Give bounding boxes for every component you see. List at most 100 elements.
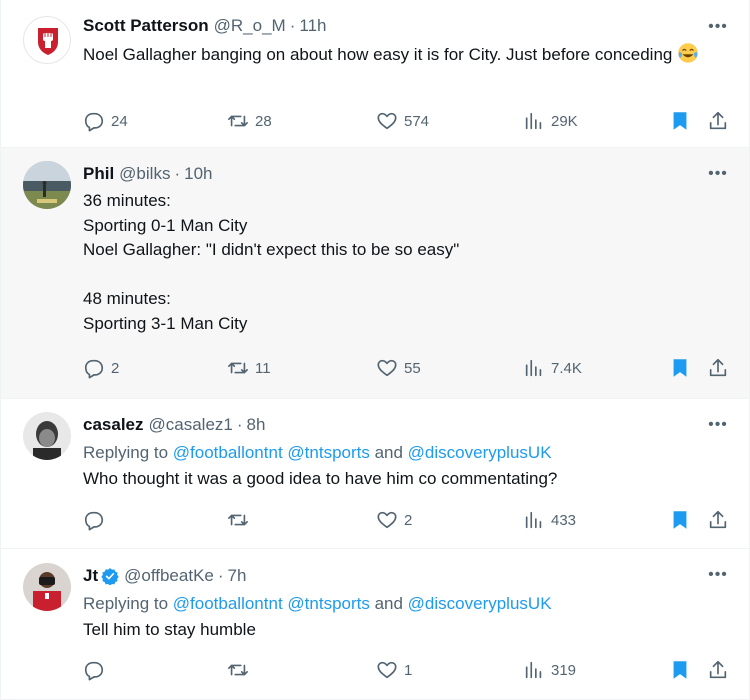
- replying-to-label: Replying to: [83, 443, 173, 462]
- retweet-icon: [228, 664, 248, 676]
- timestamp[interactable]: 11h: [299, 16, 326, 36]
- retweet-button[interactable]: [227, 658, 255, 682]
- tweet[interactable]: ••• Jt @offbeatKe · 7h Replying to @foot…: [0, 549, 750, 700]
- tweet-header: Phil @bilks · 10h: [83, 163, 729, 185]
- views-button[interactable]: 433: [523, 508, 576, 532]
- bookmark-button[interactable]: [669, 508, 691, 532]
- reply-icon: [84, 511, 104, 531]
- reply-button[interactable]: [83, 508, 111, 532]
- timeline: ••• Scott Patterson @R_o_M · 11h Noel Ga…: [0, 0, 750, 700]
- mention-link[interactable]: @footballontnt: [173, 594, 283, 613]
- replying-to: Replying to @footballontnt @tntsports an…: [83, 441, 729, 465]
- display-name[interactable]: Scott Patterson: [83, 16, 209, 36]
- reply-button[interactable]: 24: [83, 109, 128, 133]
- heart-icon: [377, 511, 397, 529]
- tweet-text: Noel Gallagher banging on about how easy…: [83, 42, 729, 68]
- bookmark-filled-icon: [673, 359, 687, 377]
- share-button[interactable]: [707, 356, 729, 380]
- bookmark-filled-icon: [673, 112, 687, 130]
- replying-to-and: and: [369, 594, 408, 613]
- tweet[interactable]: ••• casalez @casalez1 · 8h Replying to @…: [0, 399, 750, 549]
- verified-badge-icon: [101, 567, 119, 585]
- retweet-button[interactable]: 28: [227, 109, 272, 133]
- share-icon: [709, 660, 727, 679]
- user-handle[interactable]: @offbeatKe: [124, 566, 214, 586]
- retweet-icon: [228, 362, 248, 374]
- like-count: 2: [404, 511, 413, 529]
- reply-count: 24: [111, 112, 128, 130]
- user-handle[interactable]: @casalez1: [149, 415, 233, 435]
- person-photo-avatar: [23, 563, 71, 611]
- timestamp[interactable]: 7h: [228, 566, 247, 586]
- avatar[interactable]: [23, 161, 71, 209]
- like-count: 574: [404, 112, 430, 130]
- mention-link[interactable]: @tntsports: [287, 594, 369, 613]
- like-count: 1: [404, 661, 413, 679]
- tweet-text: Who thought it was a good idea to have h…: [83, 469, 558, 488]
- display-name[interactable]: casalez: [83, 415, 144, 435]
- avatar[interactable]: [23, 412, 71, 460]
- share-button[interactable]: [707, 109, 729, 133]
- fist-shield-logo-icon: [38, 28, 58, 55]
- view-count: 319: [551, 661, 577, 679]
- avatar[interactable]: [23, 563, 71, 611]
- share-icon: [709, 111, 727, 130]
- replying-to-label: Replying to: [83, 594, 173, 613]
- views-button[interactable]: 7.4K: [523, 356, 582, 380]
- heart-icon: [377, 359, 397, 377]
- retweet-icon: [228, 115, 248, 127]
- share-button[interactable]: [707, 508, 729, 532]
- person-photo-avatar: [23, 412, 71, 460]
- heart-icon: [377, 112, 397, 130]
- timestamp[interactable]: 8h: [247, 415, 266, 435]
- tweet-header: casalez @casalez1 · 8h: [83, 414, 729, 436]
- views-button[interactable]: 29K: [523, 109, 578, 133]
- bookmark-button[interactable]: [669, 658, 691, 682]
- stadium-photo-avatar: [23, 161, 71, 209]
- face-with-tears-of-joy-icon: [678, 43, 698, 63]
- tweet[interactable]: ••• Scott Patterson @R_o_M · 11h Noel Ga…: [0, 0, 750, 148]
- reply-icon: [84, 112, 104, 132]
- analytics-icon: [525, 661, 542, 679]
- like-button[interactable]: 574: [376, 109, 429, 133]
- bookmark-filled-icon: [673, 511, 687, 529]
- mention-link[interactable]: @footballontnt: [173, 443, 283, 462]
- tweet-header: Scott Patterson @R_o_M · 11h: [83, 15, 729, 37]
- view-count: 7.4K: [551, 359, 582, 377]
- tweet-text: 36 minutes: Sporting 0-1 Man City Noel G…: [83, 191, 460, 333]
- like-button[interactable]: 55: [376, 356, 421, 380]
- mention-link[interactable]: @discoveryplusUK: [408, 443, 552, 462]
- reply-icon: [84, 661, 104, 681]
- analytics-icon: [525, 359, 542, 377]
- user-handle[interactable]: @bilks: [119, 164, 170, 184]
- reply-button[interactable]: 2: [83, 356, 119, 380]
- tweet[interactable]: ••• Phil @bilks · 10h 36 minutes: Sporti…: [0, 148, 750, 399]
- replying-to: Replying to @footballontnt @tntsports an…: [83, 592, 729, 616]
- mention-link[interactable]: @tntsports: [287, 443, 369, 462]
- mention-link[interactable]: @discoveryplusUK: [408, 594, 552, 613]
- separator-dot: ·: [289, 16, 296, 35]
- reply-button[interactable]: [83, 658, 111, 682]
- user-handle[interactable]: @R_o_M: [214, 16, 286, 36]
- avatar[interactable]: [23, 16, 71, 64]
- like-button[interactable]: 2: [376, 508, 412, 532]
- tweet-header: Jt @offbeatKe · 7h: [83, 565, 729, 587]
- view-count: 433: [551, 511, 577, 529]
- bookmark-button[interactable]: [669, 356, 691, 380]
- analytics-icon: [525, 511, 542, 529]
- display-name[interactable]: Phil: [83, 164, 114, 184]
- bookmark-button[interactable]: [669, 109, 691, 133]
- reply-count: 2: [111, 359, 120, 377]
- bookmark-filled-icon: [673, 661, 687, 679]
- retweet-count: 28: [255, 112, 272, 130]
- tweet-text: Tell him to stay humble: [83, 620, 256, 639]
- replying-to-and: and: [369, 443, 408, 462]
- like-button[interactable]: 1: [376, 658, 412, 682]
- timestamp[interactable]: 10h: [184, 164, 212, 184]
- share-icon: [709, 510, 727, 529]
- retweet-button[interactable]: 11: [227, 356, 271, 380]
- views-button[interactable]: 319: [523, 658, 576, 682]
- share-button[interactable]: [707, 658, 729, 682]
- display-name[interactable]: Jt: [83, 566, 98, 586]
- retweet-button[interactable]: [227, 508, 255, 532]
